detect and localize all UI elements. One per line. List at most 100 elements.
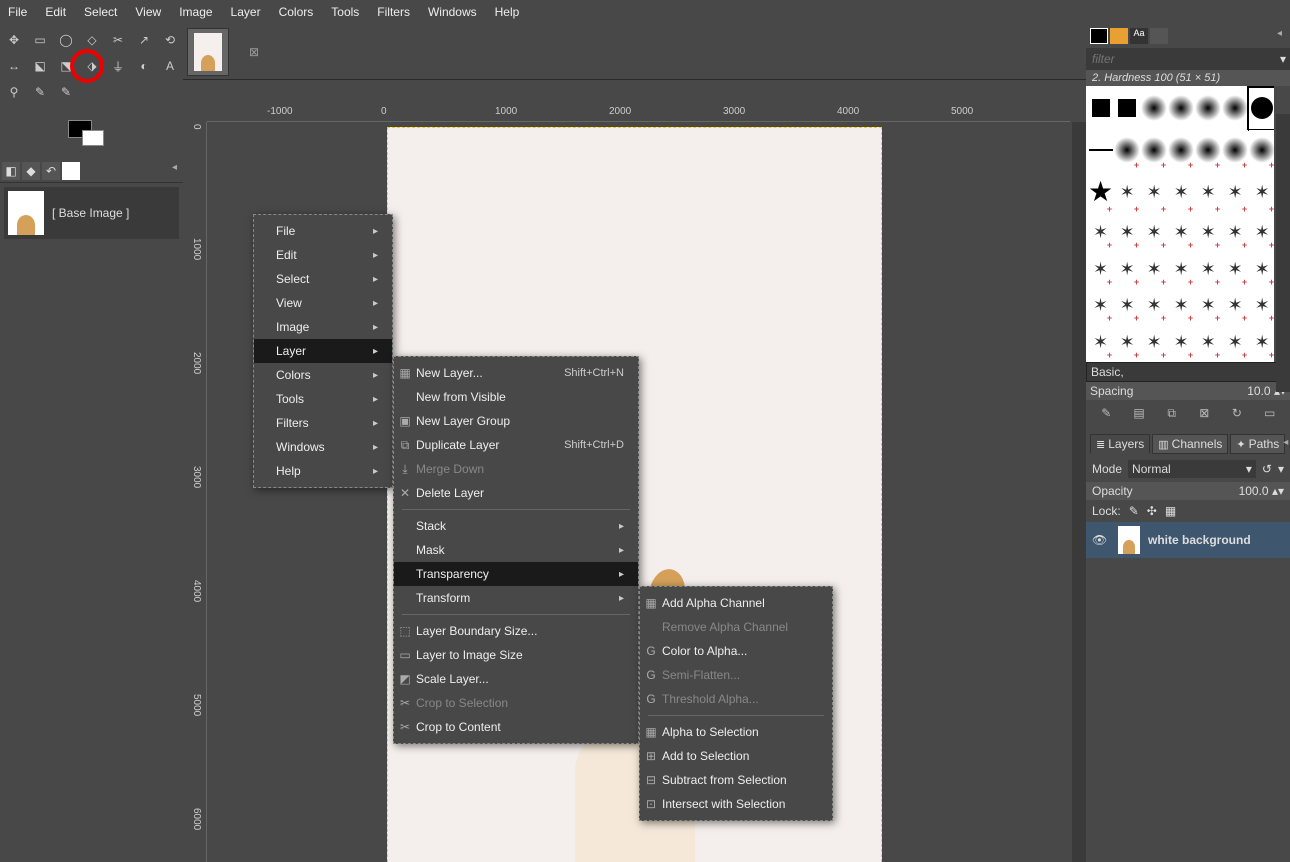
brush-48[interactable]: ✶+ [1249, 324, 1274, 360]
brush-32[interactable]: ✶+ [1195, 251, 1221, 287]
tool-2[interactable]: ◯ [54, 28, 78, 52]
brush-44[interactable]: ✶+ [1141, 324, 1167, 360]
tool-1[interactable]: ▭ [28, 28, 52, 52]
brush-30[interactable]: ✶+ [1141, 251, 1167, 287]
brush-35[interactable]: ✶+ [1088, 288, 1113, 324]
menu-colors[interactable]: Colors [279, 5, 314, 19]
del-brush-icon[interactable]: ⊠ [1195, 404, 1213, 422]
brush-8[interactable]: + [1114, 130, 1140, 171]
cm-item[interactable]: ✕Delete Layer [394, 481, 638, 505]
brush-27[interactable]: ✶+ [1249, 215, 1274, 251]
brush-46[interactable]: ✶+ [1195, 324, 1221, 360]
menu-select[interactable]: Select [84, 5, 117, 19]
brush-9[interactable]: + [1141, 130, 1167, 171]
tab-fonts-icon[interactable]: Aa [1130, 28, 1148, 44]
brush-14[interactable]: ★+ [1088, 171, 1113, 214]
collapse-icon[interactable]: ◂ [172, 162, 177, 180]
brush-37[interactable]: ✶+ [1141, 288, 1167, 324]
brush-17[interactable]: ✶+ [1168, 171, 1194, 214]
brush-43[interactable]: ✶+ [1114, 324, 1140, 360]
brush-24[interactable]: ✶+ [1168, 215, 1194, 251]
cm-layer[interactable]: Layer▸ [254, 339, 392, 363]
cm-item[interactable]: GColor to Alpha... [640, 639, 832, 663]
cm-item[interactable]: Transform▸ [394, 586, 638, 610]
menu-image[interactable]: Image [179, 5, 212, 19]
cm-item[interactable]: ▦Alpha to Selection [640, 720, 832, 744]
cm-item[interactable]: ▭Layer to Image Size [394, 643, 638, 667]
menu-layer[interactable]: Layer [231, 5, 261, 19]
cm-item[interactable]: ⊞Add to Selection [640, 744, 832, 768]
brush-10[interactable]: + [1168, 130, 1194, 171]
tab-images[interactable] [62, 162, 80, 180]
tab-history-icon[interactable] [1150, 28, 1168, 44]
cm-view[interactable]: View▸ [254, 291, 392, 315]
spacing-row[interactable]: Spacing10.0 ▴▾ [1086, 382, 1290, 400]
cm-colors[interactable]: Colors▸ [254, 363, 392, 387]
tool-3[interactable]: ◇ [80, 28, 104, 52]
brush-12[interactable]: + [1222, 130, 1248, 171]
cm-item[interactable]: New from Visible [394, 385, 638, 409]
tool-12[interactable]: ◐ [132, 54, 156, 78]
lock-pixel-icon[interactable]: ✎ [1129, 504, 1139, 518]
open-brush-icon[interactable]: ▭ [1261, 404, 1279, 422]
brush-34[interactable]: ✶+ [1249, 251, 1274, 287]
tool-10[interactable]: ⬗ [80, 54, 104, 78]
brush-19[interactable]: ✶+ [1222, 171, 1248, 214]
tool-16[interactable]: ✎ [54, 80, 78, 104]
tool-14[interactable]: ⚲ [2, 80, 26, 104]
doc-tab[interactable] [187, 28, 229, 76]
menu-filters[interactable]: Filters [377, 5, 410, 19]
collapse-icon[interactable]: ◂ [1283, 437, 1288, 457]
brush-25[interactable]: ✶+ [1195, 215, 1221, 251]
tool-4[interactable]: ✂ [106, 28, 130, 52]
brush-1[interactable] [1114, 88, 1140, 129]
brush-33[interactable]: ✶+ [1222, 251, 1248, 287]
brush-preset[interactable]: Basic,▾ [1086, 362, 1290, 382]
brush-21[interactable]: ✶+ [1088, 215, 1113, 251]
tool-5[interactable]: ↗ [132, 28, 156, 52]
menu-file[interactable]: File [8, 5, 27, 19]
brush-scrollbar[interactable] [1276, 114, 1290, 392]
tool-0[interactable]: ✥ [2, 28, 26, 52]
visibility-icon[interactable]: 👁 [1092, 533, 1110, 547]
lock-pos-icon[interactable]: ✣ [1147, 504, 1157, 518]
cm-windows[interactable]: Windows▸ [254, 435, 392, 459]
layer-name[interactable]: white background [1148, 533, 1251, 547]
bg-color[interactable] [82, 130, 104, 146]
new-brush-icon[interactable]: ▤ [1130, 404, 1148, 422]
opacity-row[interactable]: Opacity100.0 ▴▾ [1086, 482, 1290, 500]
cm-item[interactable]: ⊟Subtract from Selection [640, 768, 832, 792]
brush-40[interactable]: ✶+ [1222, 288, 1248, 324]
cm-image[interactable]: Image▸ [254, 315, 392, 339]
color-swatches[interactable] [68, 120, 108, 152]
brush-39[interactable]: ✶+ [1195, 288, 1221, 324]
brush-38[interactable]: ✶+ [1168, 288, 1194, 324]
brush-23[interactable]: ✶+ [1141, 215, 1167, 251]
tool-11[interactable]: ⏚ [106, 54, 130, 78]
brush-11[interactable]: + [1195, 130, 1221, 171]
cm-tools[interactable]: Tools▸ [254, 387, 392, 411]
brush-7[interactable] [1088, 130, 1113, 171]
menu-edit[interactable]: Edit [45, 5, 66, 19]
brush-20[interactable]: ✶+ [1249, 171, 1274, 214]
scrollbar-vertical[interactable] [1072, 122, 1086, 862]
brush-4[interactable] [1195, 88, 1221, 129]
close-doc-icon[interactable]: ⊠ [233, 28, 275, 76]
menu-view[interactable]: View [135, 5, 161, 19]
brush-45[interactable]: ✶+ [1168, 324, 1194, 360]
brush-26[interactable]: ✶+ [1222, 215, 1248, 251]
cm-item[interactable]: ⬚Layer Boundary Size... [394, 619, 638, 643]
cm-item[interactable]: ▦Add Alpha Channel [640, 591, 832, 615]
tool-8[interactable]: ⬕ [28, 54, 52, 78]
cm-help[interactable]: Help▸ [254, 459, 392, 483]
brush-29[interactable]: ✶+ [1114, 251, 1140, 287]
brush-13[interactable]: + [1249, 130, 1274, 171]
mode-select[interactable]: Normal▾ [1128, 460, 1256, 478]
brush-18[interactable]: ✶+ [1195, 171, 1221, 214]
menu-help[interactable]: Help [495, 5, 520, 19]
dup-brush-icon[interactable]: ⧉ [1163, 404, 1181, 422]
tool-15[interactable]: ✎ [28, 80, 52, 104]
filter-input[interactable] [1090, 50, 1280, 68]
brush-41[interactable]: ✶+ [1249, 288, 1274, 324]
tool-7[interactable]: ↔ [2, 54, 26, 78]
